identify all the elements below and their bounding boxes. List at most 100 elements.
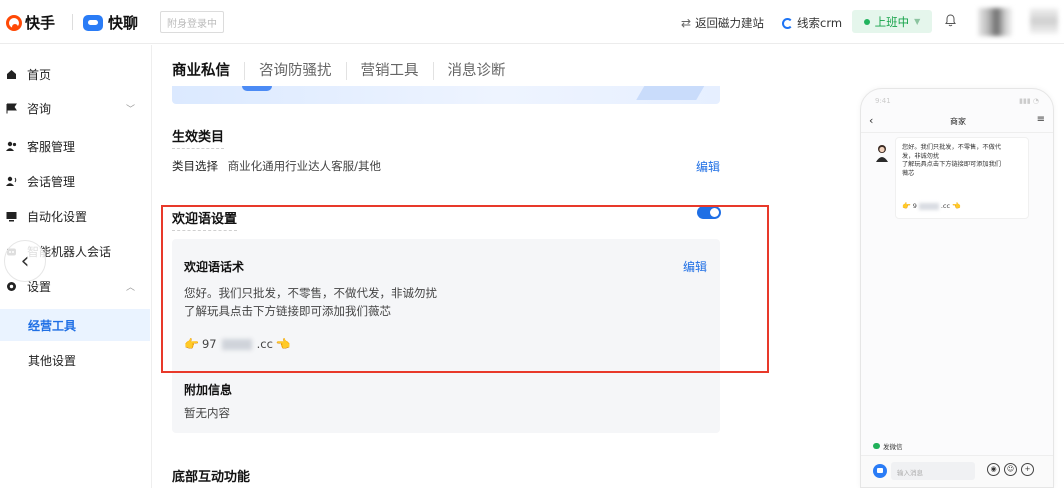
sidebar-item-consult[interactable]: 咨询 ﹀ [0, 91, 150, 125]
redacted-text [221, 338, 252, 350]
bell-icon[interactable] [945, 14, 956, 27]
sidebar-item-agents[interactable]: 客服管理 [0, 129, 150, 163]
chat-bubble-icon [83, 14, 103, 31]
tab-anti-harassment[interactable]: 咨询防骚扰 [244, 62, 346, 80]
gear-icon [7, 281, 16, 291]
sidebar-subitem-business-tools[interactable]: 经营工具 [0, 309, 150, 341]
section-title-text: 生效类目 [172, 130, 225, 145]
dashed-underline [172, 148, 225, 149]
back-to-builder-link[interactable]: ⇄ 返回磁力建站 [681, 15, 764, 31]
brand-divider [72, 14, 73, 30]
tab-marketing-tools[interactable]: 营销工具 [345, 62, 433, 80]
preview-message-bubble: 您好。我们只批发，不零售，不做代 发，非诚勿扰 了解玩具点击下方链接即可添加我们… [895, 137, 1029, 219]
preview-input-row: 输入消息 ◉ ☺ + [861, 455, 1053, 487]
category-field-value: 商业化通用行业达人客服/其他 [227, 159, 382, 173]
flag-icon [6, 103, 17, 113]
sidebar-subitem-other-settings[interactable]: 其他设置 [0, 344, 150, 376]
promo-banner[interactable] [172, 86, 720, 104]
kuaishou-logo-icon [6, 14, 22, 31]
preview-link-prefix: 9 [912, 202, 917, 210]
sidebar-item-automation[interactable]: 自动化设置 [0, 199, 150, 233]
status-dot-icon [863, 18, 870, 25]
preview-line: 薇芯 [902, 169, 915, 177]
sidebar-item-label: 客服管理 [27, 139, 76, 154]
sidebar: 首页 咨询 ﹀ 客服管理 会话管理 自动化设置 智能机器人会话 设置 ︿ 经营工… [0, 45, 152, 488]
pointing-hand-icon: 👉 [184, 337, 199, 351]
status-label: 上班中 [874, 14, 910, 29]
welcome-line-1: 您好。我们只批发，不零售，不做代发，非诚勿扰 [184, 286, 437, 300]
users-icon [6, 141, 17, 151]
welcome-line-2: 了解玩具点击下方链接即可添加我们薇芯 [184, 304, 391, 318]
preview-input-actions: ◉ ☺ + [987, 463, 1034, 476]
welcome-script-title: 欢迎语话术 [184, 260, 245, 274]
extra-info-value: 暂无内容 [184, 406, 230, 420]
chevron-down-icon: ﹀ [126, 104, 136, 115]
preview-link-suffix: .cc [940, 202, 951, 210]
chevron-up-icon: ︿ [126, 282, 136, 293]
preview-line: 了解玩具点击下方链接即可添加我们 [902, 161, 1001, 168]
top-bar: 快手 快聊 附身登录中 ⇄ 返回磁力建站 线索crm 上班中 ▼ [0, 0, 1064, 44]
crm-icon [782, 17, 793, 29]
section-title-text: 欢迎语设置 [172, 212, 238, 227]
preview-header: ‹ 商家 ≡ [861, 111, 1053, 133]
category-field-label: 类目选择 [172, 159, 218, 173]
edit-category-link[interactable]: 编辑 [696, 158, 720, 175]
mobile-preview: 9:41 ▮▮▮ ◔ ‹ 商家 ≡ 您好。我们只批发，不零售，不做代 发，非诚勿… [860, 88, 1054, 488]
preview-message-input[interactable]: 输入消息 [891, 462, 975, 480]
merchant-avatar [876, 145, 888, 162]
avatar[interactable] [978, 8, 1012, 36]
wechat-icon [873, 443, 880, 449]
collapse-sidebar-button[interactable]: ‹ [4, 240, 46, 282]
sidebar-item-label: 自动化设置 [27, 209, 88, 224]
crm-label: 线索crm [797, 16, 843, 30]
kuailiao-logo[interactable]: 快聊 [83, 12, 138, 33]
back-to-builder-label: 返回磁力建站 [695, 16, 765, 30]
send-wechat-label: 发微信 [883, 443, 903, 451]
section-title-bottom-interaction: 底部互动功能 [172, 466, 250, 485]
voice-icon[interactable]: ◉ [987, 463, 1000, 476]
welcome-enabled-toggle[interactable] [697, 206, 721, 219]
camera-icon[interactable] [873, 464, 887, 478]
home-icon [7, 69, 16, 79]
plus-icon[interactable]: + [1021, 463, 1034, 476]
phone-status-bar: 9:41 [875, 97, 891, 105]
crm-link[interactable]: 线索crm [782, 15, 842, 31]
sidebar-item-label: 咨询 [27, 101, 52, 116]
section-title-category: 生效类目 [172, 126, 225, 149]
tab-business-dm[interactable]: 商业私信 [172, 62, 244, 80]
extra-info-title: 附加信息 [184, 383, 233, 397]
dashed-underline [172, 230, 238, 231]
kuaishou-logo[interactable]: 快手 [6, 12, 55, 33]
brand-primary: 快手 [25, 14, 56, 32]
pointing-hand-icon: 👈 [275, 337, 291, 351]
edit-welcome-link[interactable]: 编辑 [683, 258, 707, 275]
monitor-icon [6, 211, 17, 221]
sidebar-item-sessions[interactable]: 会话管理 [0, 164, 150, 198]
user-voice-icon [6, 176, 17, 186]
link-prefix: 97 [201, 337, 217, 351]
sub-account-field[interactable]: 附身登录中 [160, 11, 224, 33]
tab-message-diagnosis[interactable]: 消息诊断 [432, 62, 520, 80]
link-suffix: .cc [256, 337, 273, 351]
sidebar-item-label: 会话管理 [27, 174, 76, 189]
welcome-script-card: 欢迎语话术 编辑 您好。我们只批发，不零售，不做代发，非诚勿扰 了解玩具点击下方… [172, 239, 720, 433]
banner-pill [242, 86, 272, 91]
preview-link-line: 👉 9 .cc 👈 [902, 202, 961, 210]
preview-line: 发，非诚勿扰 [902, 152, 940, 160]
preview-title: 商家 [950, 117, 966, 126]
exchange-icon: ⇄ [681, 16, 692, 30]
chevron-down-icon: ▼ [914, 17, 921, 26]
work-status-dropdown[interactable]: 上班中 ▼ [852, 10, 932, 33]
pointing-hand-icon: 👈 [952, 202, 961, 210]
brand-secondary: 快聊 [108, 14, 139, 32]
banner-decoration [636, 86, 708, 100]
sidebar-item-home[interactable]: 首页 [0, 57, 150, 91]
redacted-text [918, 202, 939, 210]
phone-signal-icon: ▮▮▮ ◔ [1019, 97, 1039, 105]
sidebar-item-label: 首页 [27, 67, 52, 82]
pointing-hand-icon: 👉 [902, 202, 911, 210]
menu-icon: ≡ [1036, 114, 1045, 125]
emoji-icon[interactable]: ☺ [1004, 463, 1017, 476]
account-name-blurred[interactable] [1030, 8, 1058, 34]
send-wechat-button[interactable]: 发微信 [873, 441, 903, 451]
